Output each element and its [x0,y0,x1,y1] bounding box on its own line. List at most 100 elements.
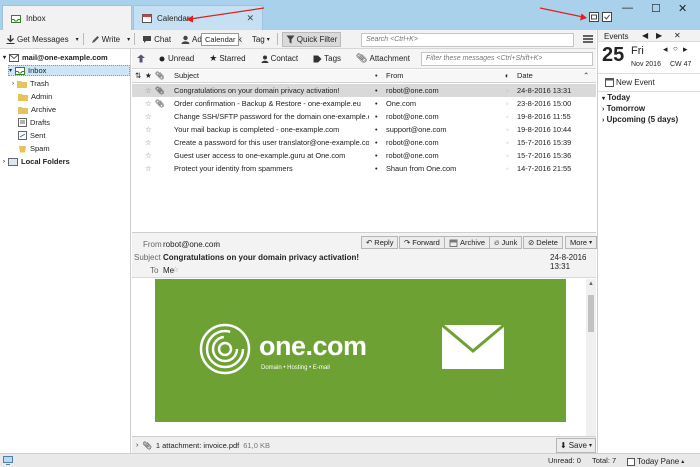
read-status-icon[interactable]: • [375,164,378,173]
write-dropdown-icon[interactable]: ▾ [127,36,130,43]
expand-icon[interactable]: › [12,81,14,87]
star-icon[interactable]: ☆ [145,86,152,95]
tab-inbox[interactable]: Inbox [2,5,132,30]
star-icon[interactable]: ☆ [145,164,152,173]
unread-filter[interactable]: Unread [155,51,197,66]
more-button[interactable]: More ▾ [565,236,598,249]
table-row[interactable]: ☆ 📎︎ Congratulations on your domain priv… [132,84,596,97]
today-pane-toggle[interactable]: Today Pane ▴ [624,454,687,467]
junk-status-icon[interactable]: ◦ [506,138,509,147]
close-icon[interactable]: ✕ [246,13,254,24]
add-contact-star-icon[interactable]: ☆ [172,265,179,274]
tag-button[interactable]: Tag ▾ [249,32,273,47]
chat-button[interactable]: Chat [139,32,174,47]
delete-button[interactable]: ⊘ Delete [523,236,563,249]
scroll-up-icon[interactable]: ▲ [588,281,594,287]
save-attachment-button[interactable]: ⬇ Save ▾ [556,438,596,453]
tags-filter[interactable]: Tags [310,51,344,66]
folder-trash[interactable]: › Trash [12,78,49,89]
junk-status-icon[interactable]: ◦ [506,99,509,108]
junk-status-icon[interactable]: ◦ [506,86,509,95]
star-icon[interactable]: ☆ [145,99,152,108]
junk-status-icon[interactable]: ◦ [506,151,509,160]
online-status-icon[interactable] [3,456,13,465]
account-item[interactable]: ▾ mail@one-example.com [3,52,108,63]
read-status-icon[interactable]: • [375,112,378,121]
attachment-label[interactable]: 1 attachment: invoice.pdf [156,441,239,450]
close-icon[interactable]: ✕ [674,31,681,40]
tab-calendar[interactable]: Calendar ✕ [133,5,263,30]
search-input[interactable]: Search <Ctrl+K> [361,33,574,47]
today-dot-icon[interactable]: ○ [673,44,678,53]
local-folders[interactable]: › Local Folders [3,156,70,167]
junk-column-icon[interactable]: ◐ [505,71,510,80]
read-status-icon[interactable]: • [375,125,378,134]
get-messages-button[interactable]: Get Messages [3,32,72,47]
star-column-icon[interactable]: ★ [145,71,152,80]
section-upcoming[interactable]: › Upcoming (5 days) [602,115,678,124]
star-icon[interactable]: ☆ [145,112,152,121]
reply-button[interactable]: ↶ Reply [361,236,399,249]
table-row[interactable]: ☆ Your mail backup is completed - one-ex… [132,123,596,136]
folder-inbox[interactable]: ▾ Inbox [8,65,130,76]
collapse-icon[interactable]: ▾ [9,67,12,74]
date-column-header[interactable]: Date [517,71,533,80]
archive-button[interactable]: Archive [444,236,491,249]
write-button[interactable]: Write [88,32,124,47]
calendar-view-icon[interactable] [589,12,599,22]
star-icon[interactable]: ☆ [145,151,152,160]
previous-icon[interactable]: ◀ [642,31,648,40]
prev-day-icon[interactable]: ◂ [663,44,668,55]
contact-filter[interactable]: Contact [258,51,302,66]
expand-icon[interactable]: › [3,159,5,165]
from-value[interactable]: robot@one.com [163,240,220,249]
add-contact-star-icon[interactable]: ☆ [213,239,220,248]
attachment-column-icon[interactable]: 📎︎ [155,71,165,80]
junk-status-icon[interactable]: ◦ [506,164,509,173]
collapse-icon[interactable]: ▾ [3,54,6,61]
today-day[interactable]: 25 [602,44,624,67]
sort-indicator-icon[interactable]: ⌃ [583,71,589,80]
starred-filter[interactable]: ★ Starred [206,51,248,66]
read-status-icon[interactable]: • [375,99,378,108]
next-day-icon[interactable]: ▸ [683,44,688,55]
junk-status-icon[interactable]: ◦ [506,112,509,121]
section-tomorrow[interactable]: › Tomorrow [602,104,645,113]
junk-status-icon[interactable]: ◦ [506,125,509,134]
pin-icon[interactable] [136,54,146,63]
folder-sent[interactable]: Sent [18,130,45,141]
read-status-icon[interactable]: • [375,86,378,95]
thread-column-icon[interactable]: ⇅ [135,71,141,80]
read-column-icon[interactable]: • [375,71,378,80]
scroll-thumb[interactable] [588,295,594,332]
star-icon[interactable]: ☆ [145,125,152,134]
table-row[interactable]: ☆ Change SSH/SFTP password for the domai… [132,110,596,123]
junk-button[interactable]: 🔥︎ Junk [489,236,523,249]
table-row[interactable]: ☆ Protect your identity from spammers • … [132,162,596,175]
forward-button[interactable]: ↷ Forward [399,236,445,249]
minimize-icon[interactable]: — [622,2,633,14]
subject-column-header[interactable]: Subject [174,71,199,80]
table-row[interactable]: ☆ Guest user access to one-example.guru … [132,149,596,162]
quick-filter-button[interactable]: Quick Filter [281,31,342,47]
close-window-icon[interactable]: ✕ [678,2,687,15]
read-status-icon[interactable]: • [375,151,378,160]
read-status-icon[interactable]: • [375,138,378,147]
message-scrollbar[interactable]: ▲ [586,279,596,436]
menu-icon[interactable] [583,34,593,44]
table-row[interactable]: ☆ Create a password for this user transl… [132,136,596,149]
filter-messages-input[interactable]: Filter these messages <Ctrl+Shift+K> [421,52,593,66]
folder-drafts[interactable]: Drafts [18,117,50,128]
table-row[interactable]: ☆ 📎︎ Order confirmation - Backup & Resto… [132,97,596,110]
star-icon[interactable]: ☆ [145,138,152,147]
next-icon[interactable]: ▶ [656,31,662,40]
folder-spam[interactable]: Spam [18,143,50,154]
attachment-filter[interactable]: 📎︎ Attachment [353,51,413,66]
task-view-icon[interactable] [602,12,612,22]
new-event-button[interactable]: New Event [602,75,658,90]
from-column-header[interactable]: From [386,71,404,80]
get-messages-dropdown-icon[interactable]: ▾ [76,36,79,43]
folder-admin[interactable]: Admin [18,91,52,102]
section-today[interactable]: ▾ Today [602,93,630,102]
folder-archive[interactable]: Archive [18,104,56,115]
